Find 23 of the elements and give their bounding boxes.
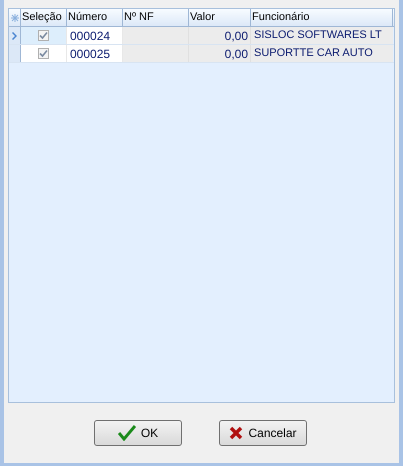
column-header[interactable]: Seleção bbox=[21, 9, 67, 26]
table-cell: 0,00 bbox=[189, 45, 251, 62]
row-indicator[interactable] bbox=[9, 27, 21, 44]
chevron-icon bbox=[12, 32, 17, 40]
table-cell: 0,00 bbox=[189, 27, 251, 44]
column-header[interactable]: Valor bbox=[189, 9, 251, 26]
table-cell: 000025 bbox=[67, 45, 123, 62]
asterisk-icon bbox=[10, 14, 18, 22]
ok-button[interactable]: OK bbox=[94, 420, 182, 446]
row-indicator[interactable] bbox=[9, 45, 21, 62]
cancel-button[interactable]: Cancelar bbox=[219, 420, 307, 446]
table-cell: SISLOC SOFTWARES LT bbox=[251, 27, 393, 44]
checkbox[interactable] bbox=[38, 48, 49, 59]
checkmark-icon bbox=[118, 425, 136, 441]
column-header[interactable]: Funcionário bbox=[251, 9, 393, 26]
table-cell: SUPORTTE CAR AUTO bbox=[251, 45, 393, 62]
table-cell: 000024 bbox=[67, 27, 123, 44]
column-header[interactable]: Nº NF bbox=[123, 9, 189, 26]
checkbox[interactable] bbox=[38, 30, 49, 41]
table-cell bbox=[123, 27, 189, 44]
table-cell bbox=[123, 45, 189, 62]
x-icon bbox=[229, 426, 244, 440]
column-header[interactable]: Número bbox=[67, 9, 123, 26]
